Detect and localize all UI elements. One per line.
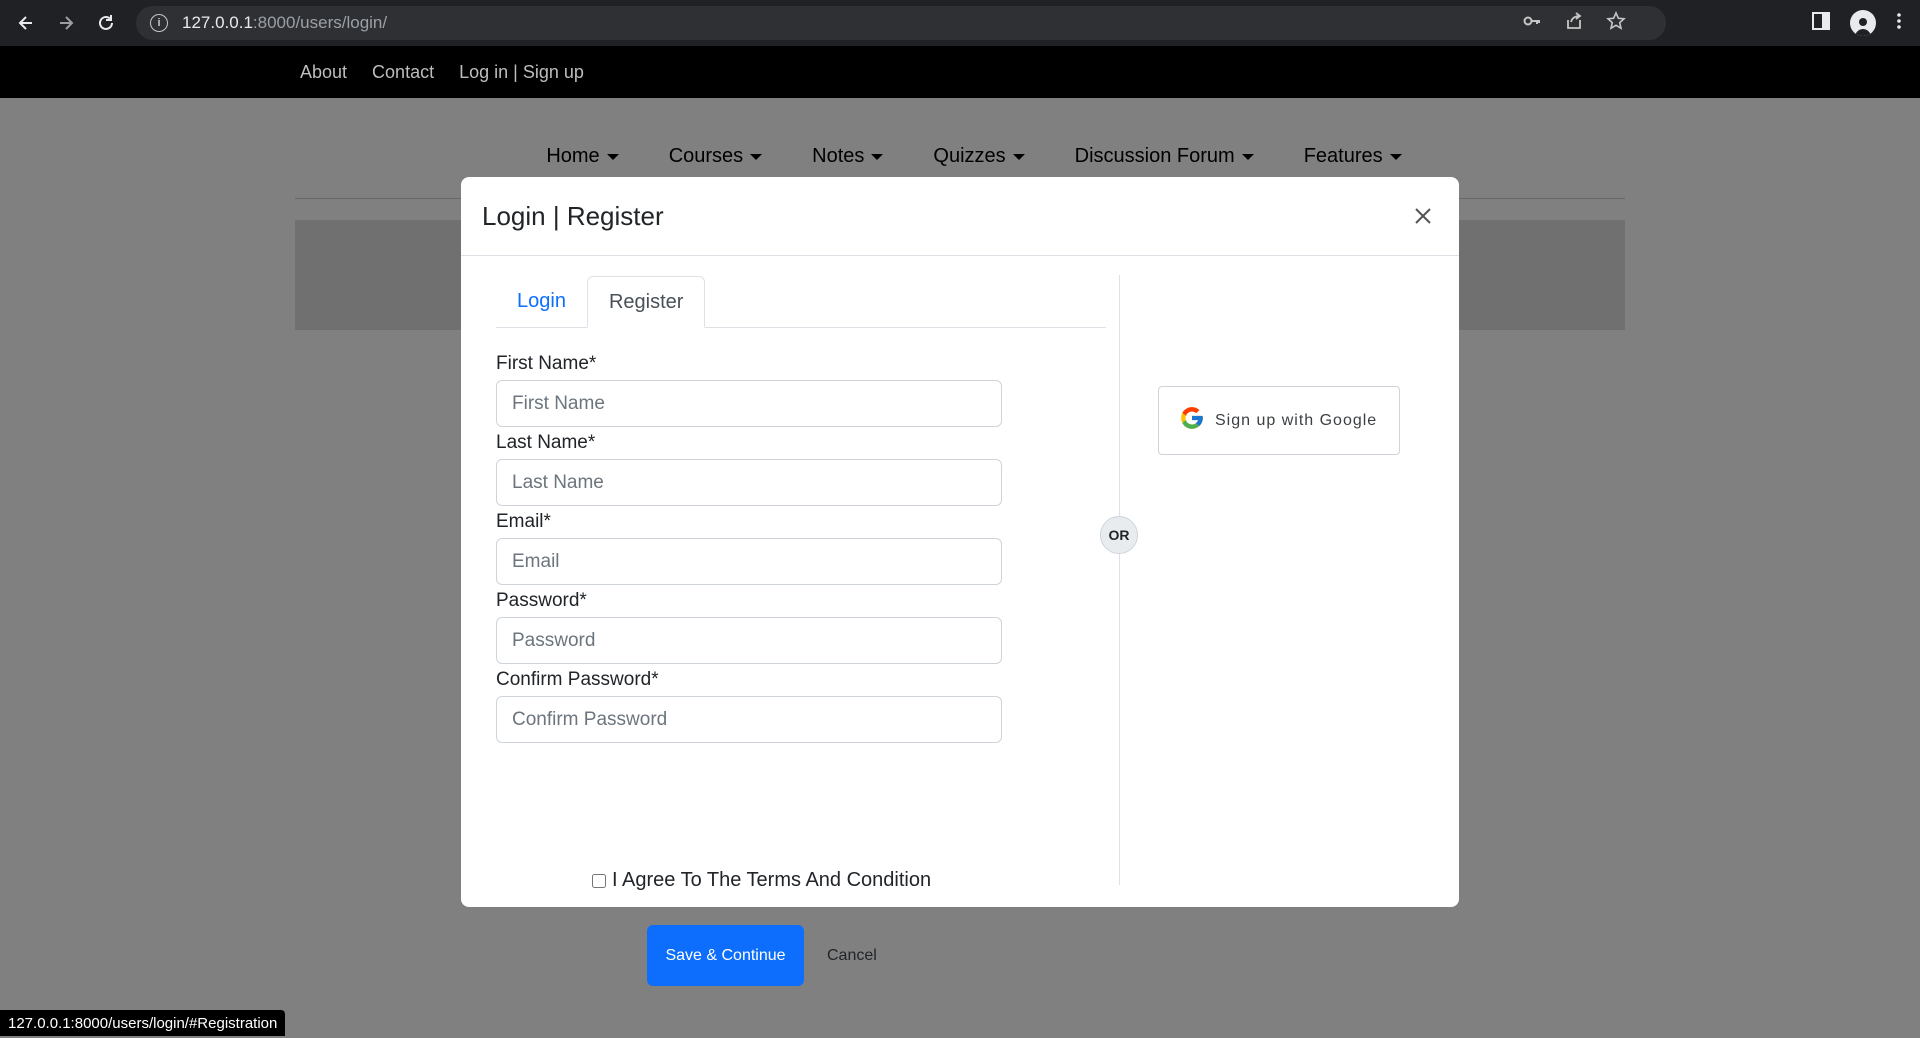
password-label: Password* [496, 590, 587, 611]
column-divider [1119, 275, 1120, 885]
caret-down-icon [750, 153, 763, 160]
register-form: First Name* Last Name* Email* Password* … [496, 353, 1106, 743]
last-name-input[interactable] [496, 459, 1002, 506]
cancel-button[interactable]: Cancel [827, 941, 877, 971]
email-input[interactable] [496, 538, 1002, 585]
caret-down-icon [871, 153, 884, 160]
tab-login[interactable]: Login [496, 275, 587, 327]
caret-down-icon [1012, 153, 1025, 160]
nav-item-label: Features [1303, 145, 1383, 167]
terms-agreement: I Agree To The Terms And Condition [592, 869, 931, 892]
nav-item-label: Home [546, 145, 600, 167]
forward-icon[interactable] [46, 3, 86, 43]
share-icon[interactable] [1564, 11, 1584, 36]
confirm-password-input[interactable] [496, 696, 1002, 743]
info-icon[interactable]: i [150, 14, 168, 32]
nav-item-label: Notes [812, 145, 865, 167]
register-column: Login Register First Name* Last Name* Em… [496, 276, 1106, 986]
close-icon[interactable] [1408, 201, 1438, 231]
first-name-label: First Name* [496, 353, 597, 374]
side-panel-icon[interactable] [1812, 11, 1830, 35]
caret-down-icon [1389, 153, 1402, 160]
address-bar[interactable]: i 127.0.0.1:8000/users/login/ [136, 6, 1666, 40]
kebab-menu-icon[interactable] [1896, 11, 1902, 36]
nav-item-home[interactable]: Home [546, 145, 619, 168]
nav-item-label: Discussion Forum [1074, 145, 1235, 167]
topbar-link-contact[interactable]: Contact [372, 62, 434, 83]
key-icon[interactable] [1522, 11, 1542, 36]
terms-checkbox[interactable] [592, 873, 606, 888]
back-icon[interactable] [6, 3, 46, 43]
nav-item-label: Quizzes [933, 145, 1006, 167]
nav-item-quizzes[interactable]: Quizzes [933, 145, 1025, 168]
tab-register[interactable]: Register [586, 276, 706, 328]
save-continue-button[interactable]: Save & Continue [647, 925, 804, 986]
first-name-input[interactable] [496, 380, 1002, 427]
url-text: 127.0.0.1:8000/users/login/ [182, 13, 388, 32]
modal-title: Login | Register [482, 200, 664, 231]
profile-avatar-icon[interactable] [1850, 10, 1876, 36]
modal-header: Login | Register [461, 177, 1459, 256]
caret-down-icon [1241, 153, 1254, 160]
nav-item-courses[interactable]: Courses [668, 145, 763, 168]
reload-icon[interactable] [86, 3, 126, 43]
topbar-link-login-signup[interactable]: Log in | Sign up [459, 62, 584, 83]
nav-item-features[interactable]: Features [1304, 145, 1402, 168]
status-bar-url: 127.0.0.1:8000/users/login/#Registration [0, 1010, 286, 1036]
password-input[interactable] [496, 617, 1002, 664]
email-label: Email* [496, 511, 551, 532]
confirm-password-label: Confirm Password* [496, 669, 659, 690]
main-nav: Home Courses Notes Quizzes Discussion Fo… [0, 145, 1920, 168]
login-register-modal: Login | Register Login Register First Na… [461, 177, 1459, 986]
or-badge: OR [1100, 516, 1138, 554]
star-icon[interactable] [1606, 10, 1626, 36]
auth-tabs: Login Register [496, 276, 1106, 328]
caret-down-icon [606, 153, 619, 160]
terms-label: I Agree To The Terms And Condition [612, 869, 932, 891]
nav-item-notes[interactable]: Notes [812, 145, 884, 168]
site-topbar: About Contact Log in | Sign up [0, 46, 1920, 98]
google-logo-icon [1179, 405, 1205, 436]
topbar-link-about[interactable]: About [300, 62, 347, 83]
browser-toolbar: i 127.0.0.1:8000/users/login/ [0, 0, 1920, 46]
nav-item-discussion-forum[interactable]: Discussion Forum [1075, 145, 1254, 168]
google-signup-button[interactable]: Sign up with Google [1158, 386, 1400, 455]
last-name-label: Last Name* [496, 432, 596, 453]
google-signup-label: Sign up with Google [1215, 411, 1378, 429]
nav-item-label: Courses [668, 145, 744, 167]
